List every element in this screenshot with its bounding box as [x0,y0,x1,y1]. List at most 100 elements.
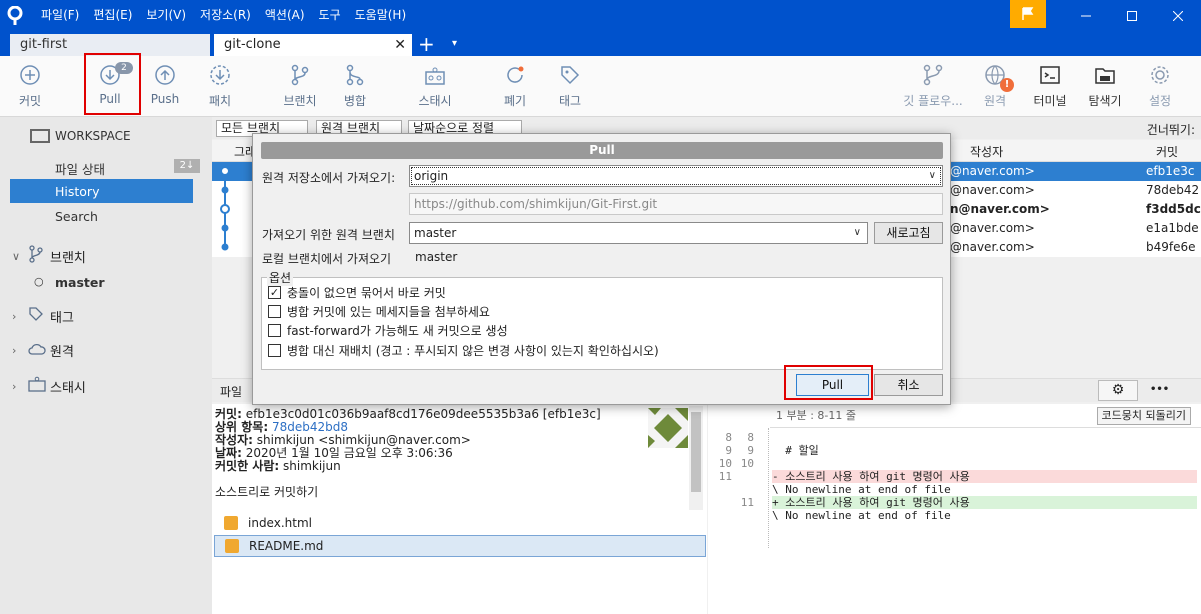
tag-icon [561,66,580,85]
checkbox[interactable] [268,305,281,318]
monitor-icon [30,129,50,143]
tag-button[interactable]: 태그 [535,64,605,109]
committer-value: shimkijun [283,459,341,473]
sidebar-item-search[interactable]: Search [55,209,98,224]
diff-view: 1 부분 : 8-11 줄 코드뭉치 되돌리기 88 99 # 할일 10 10 … [708,404,1201,614]
tab-git-clone[interactable]: git-clone ✕ [214,34,412,56]
commit-column-header[interactable]: 커밋 [1156,143,1178,160]
chevron-right-icon: › [12,344,17,357]
sidebar-selection [10,179,193,203]
revert-hunk-button[interactable]: 코드뭉치 되돌리기 [1096,407,1191,425]
checkbox[interactable] [268,344,281,357]
menu-bar: 파일(F) 편집(E) 보기(V) 저장소(R) 액션(A) 도구 도움말(H) [34,0,413,31]
sidebar-item-master[interactable]: master [55,275,105,290]
stash-button[interactable]: 스태시 [400,64,470,109]
menu-edit[interactable]: 편집(E) [86,0,139,31]
sourcetree-logo-icon [0,0,30,31]
git-flow-button[interactable]: 깃 플로우... [898,64,968,109]
master-behind-count: 2↓ [174,159,200,173]
fetch-button[interactable]: 패치 [185,64,255,109]
close-tab-icon[interactable]: ✕ [394,34,406,56]
chevron-down-icon: ∨ [12,249,21,263]
more-options-icon[interactable]: ••• [1150,384,1169,395]
gear-icon: ⚙ [1111,382,1125,398]
diff-line: 10 10 [718,457,754,470]
cloud-icon [28,342,50,360]
chevron-right-icon: › [12,309,17,323]
title-bar: 파일(F) 편집(E) 보기(V) 저장소(R) 액션(A) 도구 도움말(H) [0,0,1201,31]
diff-line: \ No newline at end of file [772,483,951,496]
refresh-button[interactable]: 새로고침 [874,222,943,244]
scroll-thumb[interactable] [691,412,701,492]
sidebar-group-remotes[interactable]: › 원격 [12,341,74,360]
maximize-button[interactable] [1109,0,1155,31]
git-flow-icon [923,64,943,86]
commit-hash-value: efb1e3c0d01c036b9aaf8cd176e09dee5535b3a6… [245,407,601,421]
remote-url-field: https://github.com/shimkijun/Git-First.g… [409,193,943,215]
modified-file-icon [225,539,239,553]
merge-button[interactable]: 병합 [320,64,390,109]
diff-line: \ No newline at end of file [772,509,951,522]
commit-details: 커밋: efb1e3c0d01c036b9aaf8cd176e09dee5535… [212,404,707,510]
sidebar-group-branches[interactable]: ∨ 브랜치 [12,245,86,267]
option-no-fast-forward[interactable]: fast-forward가 가능해도 새 커밋으로 생성 [268,322,508,339]
terminal-icon [1040,66,1060,84]
commit-button[interactable]: 커밋 [0,64,65,109]
branch-icon [291,64,309,86]
push-icon [155,65,175,85]
local-branch-label: 로컬 브랜치에서 가져오기 [262,252,392,266]
remote-select[interactable]: origin ∨ [409,165,943,187]
remote-branch-select[interactable]: master ∨ [409,222,868,244]
menu-tools[interactable]: 도구 [312,0,348,31]
options-group: ✓ 충돌이 없으면 묶어서 바로 커밋 병합 커밋에 있는 메세지들을 첨부하세… [261,277,943,370]
pull-confirm-highlight [784,365,873,400]
flag-icon[interactable] [1010,0,1046,28]
stash-icon [28,376,50,396]
menu-actions[interactable]: 액션(A) [258,0,312,31]
diff-line-removed: 11- 소스트리 사용 하여 git 명령어 사용 [708,470,1201,483]
list-item[interactable]: index.html [214,512,706,534]
diff-line: 88 [725,431,754,444]
minimize-button[interactable] [1063,0,1109,31]
dialog-title: Pull [261,142,943,159]
add-tab-button[interactable]: + [418,32,435,56]
tag-icon [28,306,50,326]
author-column-header[interactable]: 작성자 [970,143,1003,160]
option-rebase[interactable]: 병합 대신 재배치 (경고 : 푸시되지 않은 변경 사항이 있는지 확인하십시… [268,342,659,359]
sidebar-item-history[interactable]: History [55,184,99,199]
options-legend: 옵션 [267,269,294,286]
parent-commit-link[interactable]: 78deb42bd8 [272,420,348,434]
list-item[interactable]: README.md [214,535,706,557]
sidebar-item-file-status[interactable]: 파일 상태 [55,159,105,178]
close-window-button[interactable] [1155,0,1201,31]
sidebar-group-tags[interactable]: › 태그 [12,306,74,326]
tab-dropdown-icon[interactable]: ▾ [452,34,457,54]
author-value: shimkijun <shimkijun@naver.com> [256,433,471,447]
option-commit-merged[interactable]: ✓ 충돌이 없으면 묶어서 바로 커밋 [268,284,446,301]
menu-view[interactable]: 보기(V) [139,0,193,31]
menu-repository[interactable]: 저장소(R) [193,0,258,31]
folder-icon [1095,68,1115,84]
commit-icon [20,65,40,85]
checkbox-checked[interactable]: ✓ [268,286,281,299]
settings-button[interactable]: 설정 [1125,64,1195,109]
sidebar-group-stashes[interactable]: › 스태시 [12,376,86,396]
cancel-button[interactable]: 취소 [874,374,943,396]
details-scrollbar[interactable] [689,406,703,510]
option-include-messages[interactable]: 병합 커밋에 있는 메세지들을 첨부하세요 [268,303,490,320]
repo-tab-bar: git-first git-clone ✕ + ▾ [0,31,1201,56]
toolbar: 커밋 Pull Push 패치 브랜치 병합 스태시 폐기 태그 깃 플로우..… [0,56,1201,117]
checkbox[interactable] [268,324,281,337]
fetch-icon [210,65,230,85]
remote-warning-icon: ! [1000,78,1014,92]
file-tab[interactable]: 파일 [220,383,242,400]
view-options-button[interactable]: ⚙ [1098,380,1138,401]
hunk-header: 1 부분 : 8-11 줄 코드뭉치 되돌리기 [770,404,1201,428]
chevron-right-icon: › [12,379,17,393]
menu-help[interactable]: 도움말(H) [348,0,414,31]
stash-icon [425,67,445,85]
pull-button-highlight [84,53,141,115]
remote-branch-label: 가져오기 위한 원격 브랜치 [262,228,395,242]
gear-icon [1151,66,1169,84]
menu-file[interactable]: 파일(F) [34,0,86,31]
